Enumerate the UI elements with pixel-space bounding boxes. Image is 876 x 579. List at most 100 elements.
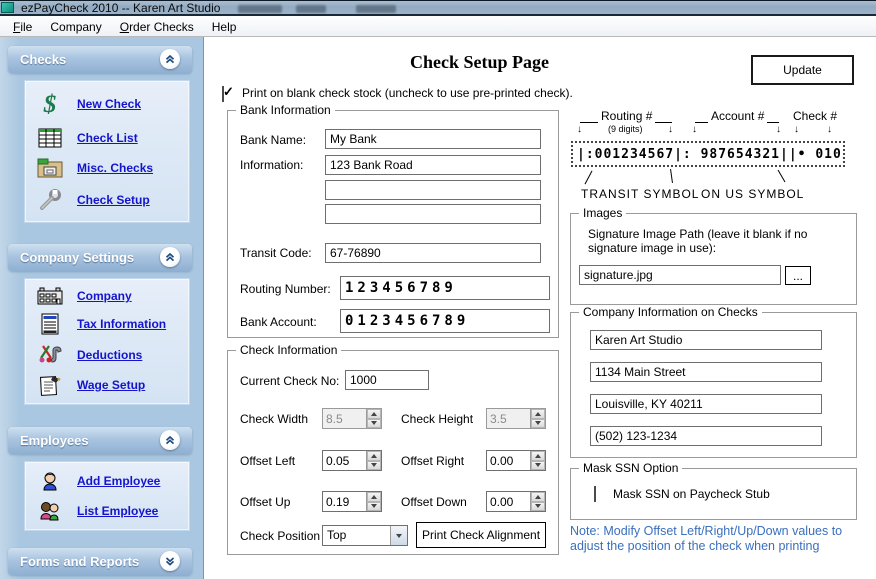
chevron-up-icon[interactable] — [160, 430, 180, 450]
sidebar-item-label: New Check — [77, 97, 141, 111]
sidebar-panel-checks: $ New Check Check List Misc. Checks Che — [24, 80, 190, 223]
sidebar-header-employees-title: Employees — [20, 433, 89, 448]
offset-up-stepper[interactable] — [322, 491, 382, 512]
browse-button[interactable]: ... — [785, 266, 811, 285]
chevron-down-icon[interactable] — [160, 551, 180, 571]
bank-account-input[interactable] — [340, 309, 550, 333]
on-us-symbol-label: ON US SYMBOL — [701, 187, 804, 201]
chevron-up-icon[interactable] — [160, 49, 180, 69]
app-icon — [1, 2, 14, 13]
sidebar-item-label: Tax Information — [77, 317, 166, 331]
sidebar-header-checks[interactable]: Checks — [8, 46, 192, 73]
routing-label: Routing # — [598, 109, 655, 123]
print-blank-stock-label: Print on blank check stock (uncheck to u… — [242, 86, 573, 100]
dollar-icon: $ — [35, 92, 65, 117]
offset-down-stepper[interactable] — [486, 491, 546, 512]
update-button[interactable]: Update — [751, 55, 854, 85]
sidebar-item-new-check[interactable]: $ New Check — [25, 92, 189, 117]
bank-account-label: Bank Account: — [240, 315, 317, 329]
offset-down-label: Offset Down — [401, 495, 467, 509]
routing-number-input[interactable] — [340, 276, 550, 300]
sidebar-item-list-employee[interactable]: List Employee — [25, 501, 189, 521]
sidebar-header-company-settings[interactable]: Company Settings — [8, 244, 192, 271]
routing-sub-label: (9 digits) — [608, 124, 643, 134]
menu-company[interactable]: Company — [41, 18, 110, 36]
background-window-artifact — [356, 5, 396, 13]
sidebar-item-label: Check List — [77, 131, 138, 145]
company-street-input[interactable] — [590, 362, 822, 382]
mask-ssn-label: Mask SSN on Paycheck Stub — [613, 487, 770, 501]
signature-path-label-line2: signature image in use): — [588, 241, 716, 255]
title-bar: ezPayCheck 2010 -- Karen Art Studio — [0, 0, 876, 16]
chevron-up-icon[interactable] — [160, 247, 180, 267]
mask-ssn-legend: Mask SSN Option — [579, 461, 682, 475]
company-info-legend: Company Information on Checks — [579, 305, 762, 319]
print-blank-stock-checkbox[interactable]: ✓ — [222, 86, 224, 102]
building-icon — [35, 287, 65, 305]
sidebar-item-label: Wage Setup — [77, 378, 145, 392]
current-check-no-input[interactable] — [345, 370, 429, 390]
sidebar-header-employees[interactable]: Employees — [8, 427, 192, 454]
sidebar-header-company-settings-title: Company Settings — [20, 250, 134, 265]
bank-information-input-2[interactable] — [325, 180, 541, 200]
bank-name-input[interactable] — [325, 129, 541, 149]
sidebar-item-deductions[interactable]: Deductions — [25, 344, 189, 366]
sidebar-header-forms-reports[interactable]: Forms and Reports — [8, 548, 192, 575]
menu-help[interactable]: Help — [203, 18, 246, 36]
signature-path-input[interactable] — [579, 265, 781, 285]
check-position-label: Check Position — [240, 529, 320, 543]
bank-information-label: Information: — [240, 158, 303, 172]
sidebar-item-check-setup[interactable]: Check Setup — [25, 189, 189, 211]
sidebar-item-company[interactable]: Company — [25, 287, 189, 305]
offset-left-stepper[interactable] — [322, 450, 382, 471]
check-position-dropdown[interactable]: Top — [322, 525, 408, 546]
check-information-legend: Check Information — [236, 343, 341, 357]
menu-bar: File Company Order Checks Help — [0, 18, 876, 37]
tools-icon — [35, 344, 65, 366]
signature-path-label-line1: Signature Image Path (leave it blank if … — [588, 227, 807, 241]
routing-number-label: Routing Number: — [240, 282, 331, 296]
tax-doc-icon — [35, 313, 65, 335]
check-height-label: Check Height — [401, 412, 473, 426]
sidebar-item-label: List Employee — [77, 504, 158, 518]
current-check-no-label: Current Check No: — [240, 374, 339, 388]
offset-right-label: Offset Right — [401, 454, 464, 468]
menu-file[interactable]: File — [4, 18, 41, 36]
bank-name-label: Bank Name: — [240, 133, 306, 147]
sidebar-header-forms-reports-title: Forms and Reports — [20, 554, 139, 569]
offset-left-label: Offset Left — [240, 454, 295, 468]
print-check-alignment-button[interactable]: Print Check Alignment — [416, 522, 546, 548]
company-city-input[interactable] — [590, 394, 822, 414]
sidebar-item-misc-checks[interactable]: Misc. Checks — [25, 158, 189, 178]
wage-note-icon — [35, 374, 65, 396]
down-arrow-icon: ↓ — [577, 125, 582, 135]
sidebar-panel-company-settings: Company Tax Information Deductions Wage … — [24, 278, 190, 405]
mask-ssn-checkbox[interactable]: ✓ — [594, 486, 596, 502]
bank-information-input-3[interactable] — [325, 204, 541, 224]
down-arrow-icon: ↓ — [776, 125, 781, 135]
down-arrow-icon: ↓ — [827, 125, 832, 135]
sidebar-item-label: Check Setup — [77, 193, 150, 207]
offset-up-label: Offset Up — [240, 495, 290, 509]
sidebar-item-wage-setup[interactable]: Wage Setup — [25, 374, 189, 396]
sidebar: Checks $ New Check Check List Misc. Chec… — [0, 37, 204, 579]
note-line-1: Note: Modify Offset Left/Right/Up/Down v… — [570, 524, 842, 538]
company-phone-input[interactable] — [590, 426, 822, 446]
micr-line-sample: |:001234567|: 987654321||• 0101 — [571, 141, 845, 167]
menu-order-checks[interactable]: Order Checks — [111, 18, 203, 36]
sidebar-item-add-employee[interactable]: Add Employee — [25, 471, 189, 491]
check-height-stepper — [486, 408, 546, 429]
transit-code-label: Transit Code: — [240, 246, 312, 260]
check-width-stepper — [322, 408, 382, 429]
sidebar-item-check-list[interactable]: Check List — [25, 128, 189, 148]
check-list-icon — [35, 128, 65, 148]
offset-right-stepper[interactable] — [486, 450, 546, 471]
bank-information-input-1[interactable] — [325, 155, 541, 175]
main-content: Check Setup Page Update ✓ Print on blank… — [205, 37, 876, 579]
note-line-2: adjust the position of the check when pr… — [570, 539, 819, 553]
transit-code-input[interactable] — [325, 243, 541, 263]
chevron-down-icon[interactable] — [390, 526, 407, 545]
company-name-input[interactable] — [590, 330, 822, 350]
sidebar-item-tax-information[interactable]: Tax Information — [25, 313, 189, 335]
application-window: ezPayCheck 2010 -- Karen Art Studio File… — [0, 0, 876, 579]
